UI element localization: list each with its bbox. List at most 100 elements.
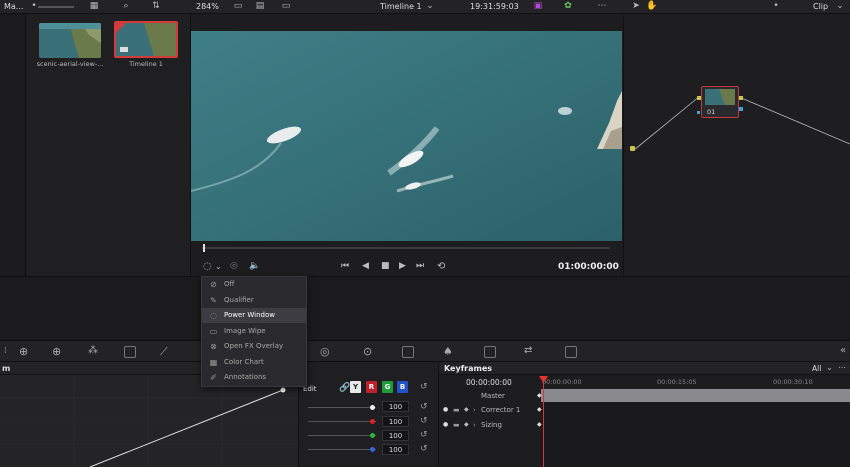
channel-y-button[interactable]: Y: [350, 381, 361, 393]
skip-back-icon[interactable]: ⏮: [341, 261, 349, 271]
thumbnail-size-slider[interactable]: [38, 6, 74, 8]
y-value-field[interactable]: 100: [382, 401, 409, 412]
g-intensity-slider[interactable]: [308, 435, 376, 436]
blur-icon[interactable]: ♠: [443, 345, 453, 358]
curve-graph[interactable]: [0, 375, 298, 467]
lock-icon[interactable]: ▬: [453, 403, 460, 417]
channel-r-button[interactable]: R: [366, 381, 377, 393]
menu-item-color-chart[interactable]: ▦ Color Chart: [202, 355, 306, 370]
timeline-thumbnail[interactable]: [114, 21, 178, 58]
reset-icon[interactable]: ↺: [420, 444, 430, 454]
more-options-icon[interactable]: ⋯: [838, 363, 846, 372]
color-page-icon[interactable]: ▣: [532, 1, 544, 12]
video-frame[interactable]: [191, 31, 622, 241]
enable-dot-icon[interactable]: ●: [443, 403, 448, 417]
primaries-icon[interactable]: ⊕: [52, 345, 61, 358]
tracker-icon[interactable]: ⊙: [363, 345, 372, 358]
g-slider-handle[interactable]: [370, 433, 375, 438]
b-intensity-slider[interactable]: [308, 449, 376, 450]
y-slider-handle[interactable]: [370, 405, 375, 410]
keyframe-diamond-icon[interactable]: ◆: [537, 392, 542, 399]
panel-toggle-icon[interactable]: ⁞: [4, 346, 7, 356]
track-area[interactable]: [541, 403, 850, 467]
window-icon[interactable]: ◎: [320, 345, 330, 358]
zoom-level[interactable]: 284%: [196, 2, 219, 11]
reset-icon[interactable]: ↺: [420, 402, 430, 412]
hand-icon[interactable]: ✋: [646, 1, 658, 12]
grid-view-icon[interactable]: ▦: [88, 1, 100, 12]
speaker-icon[interactable]: 🔈: [249, 261, 260, 271]
chevron-down-icon[interactable]: ⌄: [424, 1, 436, 12]
keyframe-playhead[interactable]: [543, 380, 544, 467]
search-icon[interactable]: ⌕: [120, 1, 132, 12]
keyframe-diamond-icon[interactable]: ◆: [537, 406, 542, 413]
color-wheels-icon[interactable]: ⊕: [19, 345, 28, 358]
keyframes-filter[interactable]: All: [812, 364, 821, 373]
fullscreen-icon[interactable]: ▭: [280, 1, 292, 12]
more-options-icon[interactable]: ⋯: [596, 1, 608, 12]
chevron-left-icon[interactable]: «: [840, 345, 846, 356]
pointer-icon[interactable]: ➤: [630, 1, 642, 12]
rgb-mixer-icon[interactable]: ⁂: [88, 345, 98, 356]
single-view-icon[interactable]: ▭: [232, 1, 244, 12]
timeline-name[interactable]: Timeline 1: [380, 2, 422, 11]
keyframe-diamond-icon[interactable]: ◆: [537, 421, 542, 428]
channel-b-button[interactable]: B: [397, 381, 408, 393]
track-master[interactable]: Master: [438, 389, 538, 403]
keyframe-diamond-icon[interactable]: ◆: [464, 418, 469, 432]
node-output-port[interactable]: [739, 96, 743, 100]
project-label[interactable]: Ma...: [4, 2, 23, 11]
chevron-right-icon[interactable]: ›: [473, 403, 476, 417]
b-slider-handle[interactable]: [370, 447, 375, 452]
chevron-down-icon[interactable]: ⌄: [826, 363, 833, 372]
reset-icon[interactable]: ↺: [420, 416, 430, 426]
magic-mask-icon[interactable]: [402, 346, 414, 358]
menu-item-annotations[interactable]: ✐ Annotations: [202, 370, 306, 385]
play-reverse-icon[interactable]: ◀: [362, 261, 369, 271]
key-icon[interactable]: [484, 346, 496, 358]
keyframe-diamond-icon[interactable]: ◆: [464, 403, 469, 417]
r-slider-handle[interactable]: [370, 419, 375, 424]
loop-icon[interactable]: ⟲: [437, 261, 445, 272]
enable-dot-icon[interactable]: ●: [443, 418, 448, 432]
b-value-field[interactable]: 100: [382, 444, 409, 455]
split-view-icon[interactable]: ▤: [254, 1, 266, 12]
chevron-down-icon[interactable]: ⌄: [834, 1, 846, 12]
curves-icon[interactable]: ⟋: [160, 345, 168, 359]
track-corrector[interactable]: ● ▬ ◆ › Corrector 1: [438, 403, 538, 417]
y-intensity-slider[interactable]: [308, 407, 376, 408]
lock-icon[interactable]: ▬: [453, 418, 460, 432]
corrector-node[interactable]: 01: [701, 86, 739, 118]
3d-icon[interactable]: [565, 346, 577, 358]
channel-g-button[interactable]: G: [382, 381, 393, 393]
layers-icon[interactable]: ◎: [230, 261, 238, 271]
node-input-port[interactable]: [697, 96, 701, 100]
r-value-field[interactable]: 100: [382, 416, 409, 427]
mode-label[interactable]: Clip: [813, 2, 828, 11]
menu-item-image-wipe[interactable]: ▭ Image Wipe: [202, 324, 306, 339]
menu-item-qualifier[interactable]: ✎ Qualifier: [202, 293, 306, 308]
playhead-scrubber[interactable]: [202, 247, 610, 249]
track-sizing[interactable]: ● ▬ ◆ › Sizing: [438, 418, 538, 432]
sort-icon[interactable]: ⇅: [150, 1, 162, 12]
g-value-field[interactable]: 100: [382, 430, 409, 441]
clip-thumbnail[interactable]: [39, 23, 101, 58]
play-icon[interactable]: ▶: [399, 261, 406, 271]
node-key-input-port[interactable]: [697, 111, 700, 114]
link-icon[interactable]: 🔗: [339, 383, 350, 393]
motion-effects-icon[interactable]: [124, 346, 136, 358]
reset-icon[interactable]: ↺: [420, 382, 430, 392]
menu-item-open-fx-overlay[interactable]: ⊗ Open FX Overlay: [202, 339, 306, 354]
stop-icon[interactable]: ■: [381, 261, 390, 271]
menu-item-power-window[interactable]: ◌ Power Window: [202, 308, 306, 323]
reset-icon[interactable]: ↺: [420, 430, 430, 440]
color-wheels-icon[interactable]: ✿: [562, 1, 574, 12]
chevron-right-icon[interactable]: ›: [473, 418, 476, 432]
viewer-overlay-icon[interactable]: ◌: [203, 261, 212, 272]
playhead-marker[interactable]: [203, 244, 205, 252]
chevron-down-icon[interactable]: ⌄: [215, 262, 222, 271]
input-node-dot[interactable]: [630, 146, 635, 151]
r-intensity-slider[interactable]: [308, 421, 376, 422]
master-keyframe-track[interactable]: [541, 389, 850, 402]
node-key-output-port[interactable]: [739, 107, 743, 111]
